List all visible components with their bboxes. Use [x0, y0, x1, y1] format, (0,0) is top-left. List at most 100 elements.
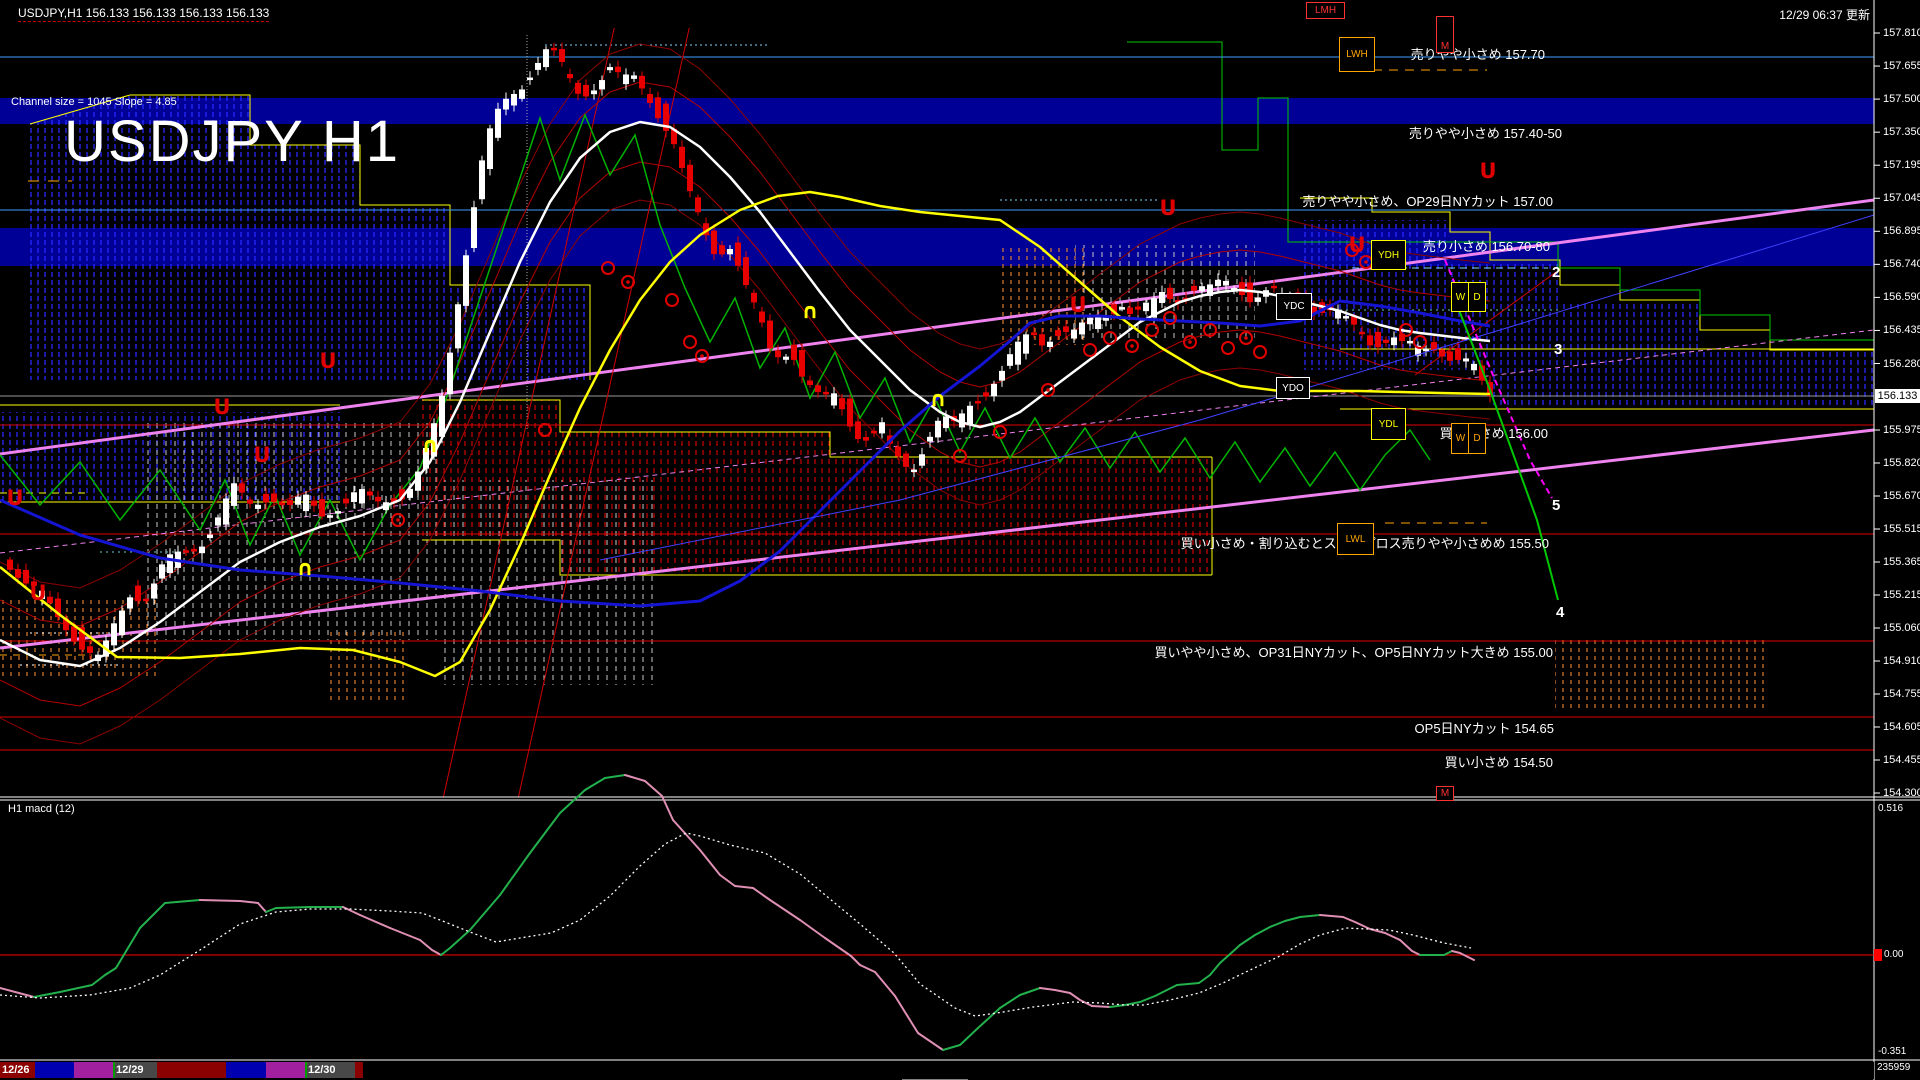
bull-candle — [1344, 317, 1349, 319]
bear-candle — [192, 549, 197, 551]
macd-line — [1199, 975, 1210, 983]
bull-candle — [1120, 308, 1125, 310]
bear-candle — [1456, 348, 1461, 359]
bull-candle — [352, 493, 357, 502]
bull-candle — [1080, 323, 1085, 334]
macd-layers — [0, 775, 1882, 1050]
bear-candle — [720, 246, 725, 254]
up-arrow-icon: ∩ — [929, 387, 946, 411]
bear-candle — [1168, 288, 1173, 298]
bull-candle — [456, 305, 461, 348]
macd-line — [1092, 1006, 1110, 1007]
bull-candle — [960, 414, 965, 427]
trading-chart-window: USDJPY H1 UUUUUUUUU∩∩∩∩ USDJPY,H1 156.13… — [0, 0, 1920, 1080]
bull-candle — [1408, 341, 1413, 343]
bear-candle — [376, 497, 381, 501]
macd-line — [1285, 917, 1300, 921]
macd-line — [1300, 915, 1320, 917]
macd-line — [1444, 951, 1452, 955]
bear-candle — [760, 312, 765, 322]
down-arrow-icon: U — [1348, 233, 1365, 257]
bull-candle — [784, 357, 789, 359]
bear-candle — [1040, 335, 1045, 345]
bear-candle — [1376, 332, 1381, 346]
bull-candle — [304, 495, 309, 510]
bear-candle — [280, 503, 285, 505]
macd-line — [1460, 953, 1474, 960]
bull-candle — [536, 63, 541, 69]
macd-line — [200, 900, 240, 901]
macd-line — [1155, 985, 1177, 996]
bear-candle — [680, 147, 685, 167]
bear-candle — [848, 399, 853, 426]
bull-candle — [600, 81, 605, 89]
macd-line — [625, 775, 645, 781]
bear-candle — [368, 492, 373, 495]
bull-candle — [208, 535, 213, 537]
macd-line — [420, 940, 432, 950]
bull-candle — [1424, 349, 1429, 351]
macd-line — [266, 908, 276, 912]
macd-line — [700, 850, 720, 875]
macd-line — [560, 790, 585, 813]
macd-line — [116, 928, 140, 968]
macd-toggle-button[interactable]: macd ON — [902, 1066, 968, 1080]
bull-candle — [1144, 303, 1149, 311]
macd-line — [605, 775, 625, 778]
bull-candle — [592, 91, 597, 94]
macd-line — [1270, 921, 1285, 927]
bear-candle — [136, 586, 141, 601]
macd-line — [918, 1033, 943, 1050]
bear-candle — [824, 392, 829, 394]
macd-line — [943, 1045, 960, 1050]
bull-candle — [448, 353, 453, 394]
signal-ring — [1254, 346, 1266, 358]
bull-candle — [1336, 311, 1341, 318]
signal-ring — [994, 426, 1006, 438]
chart-watermark: USDJPY H1 — [64, 108, 400, 175]
bull-candle — [912, 470, 917, 472]
bull-candle — [1000, 371, 1005, 380]
macd-line — [1070, 993, 1080, 1000]
macd-line — [92, 975, 105, 985]
bear-candle — [568, 74, 573, 77]
macd-line — [1240, 935, 1255, 945]
macd-line — [895, 996, 918, 1033]
bull-candle — [216, 518, 221, 525]
bear-candle — [8, 560, 13, 569]
macd-line — [1177, 983, 1199, 985]
bull-candle — [520, 90, 525, 98]
bull-candle — [544, 50, 549, 67]
bear-candle — [1056, 331, 1061, 336]
macd-line — [1000, 995, 1020, 1008]
bear-candle — [1440, 350, 1445, 356]
macd-line — [1140, 996, 1155, 1002]
bear-candle — [872, 431, 877, 433]
bear-candle — [896, 447, 901, 456]
bull-candle — [1216, 280, 1221, 285]
bull-candle — [504, 99, 509, 109]
bear-candle — [984, 393, 989, 396]
macd-line — [240, 901, 258, 903]
macd-line — [450, 930, 470, 948]
bull-candle — [152, 584, 157, 598]
bull-candle — [128, 598, 133, 608]
macd-line — [1320, 915, 1343, 917]
orange-cloud — [330, 628, 410, 700]
up-arrow-icon: ∩ — [296, 556, 313, 580]
macd-line — [860, 965, 875, 972]
bear-candle — [656, 98, 661, 118]
bear-candle — [688, 165, 693, 190]
macd-line — [1412, 951, 1420, 955]
bull-candle — [624, 75, 629, 84]
bull-candle — [224, 499, 229, 524]
bull-candle — [112, 624, 117, 645]
macd-line — [258, 903, 266, 912]
bull-candle — [1096, 317, 1101, 329]
bear-candle — [344, 499, 349, 503]
bull-candle — [1464, 359, 1469, 361]
bear-candle — [1352, 317, 1357, 324]
bear-candle — [144, 599, 149, 601]
bear-candle — [1272, 286, 1277, 288]
bear-candle — [1064, 327, 1069, 332]
